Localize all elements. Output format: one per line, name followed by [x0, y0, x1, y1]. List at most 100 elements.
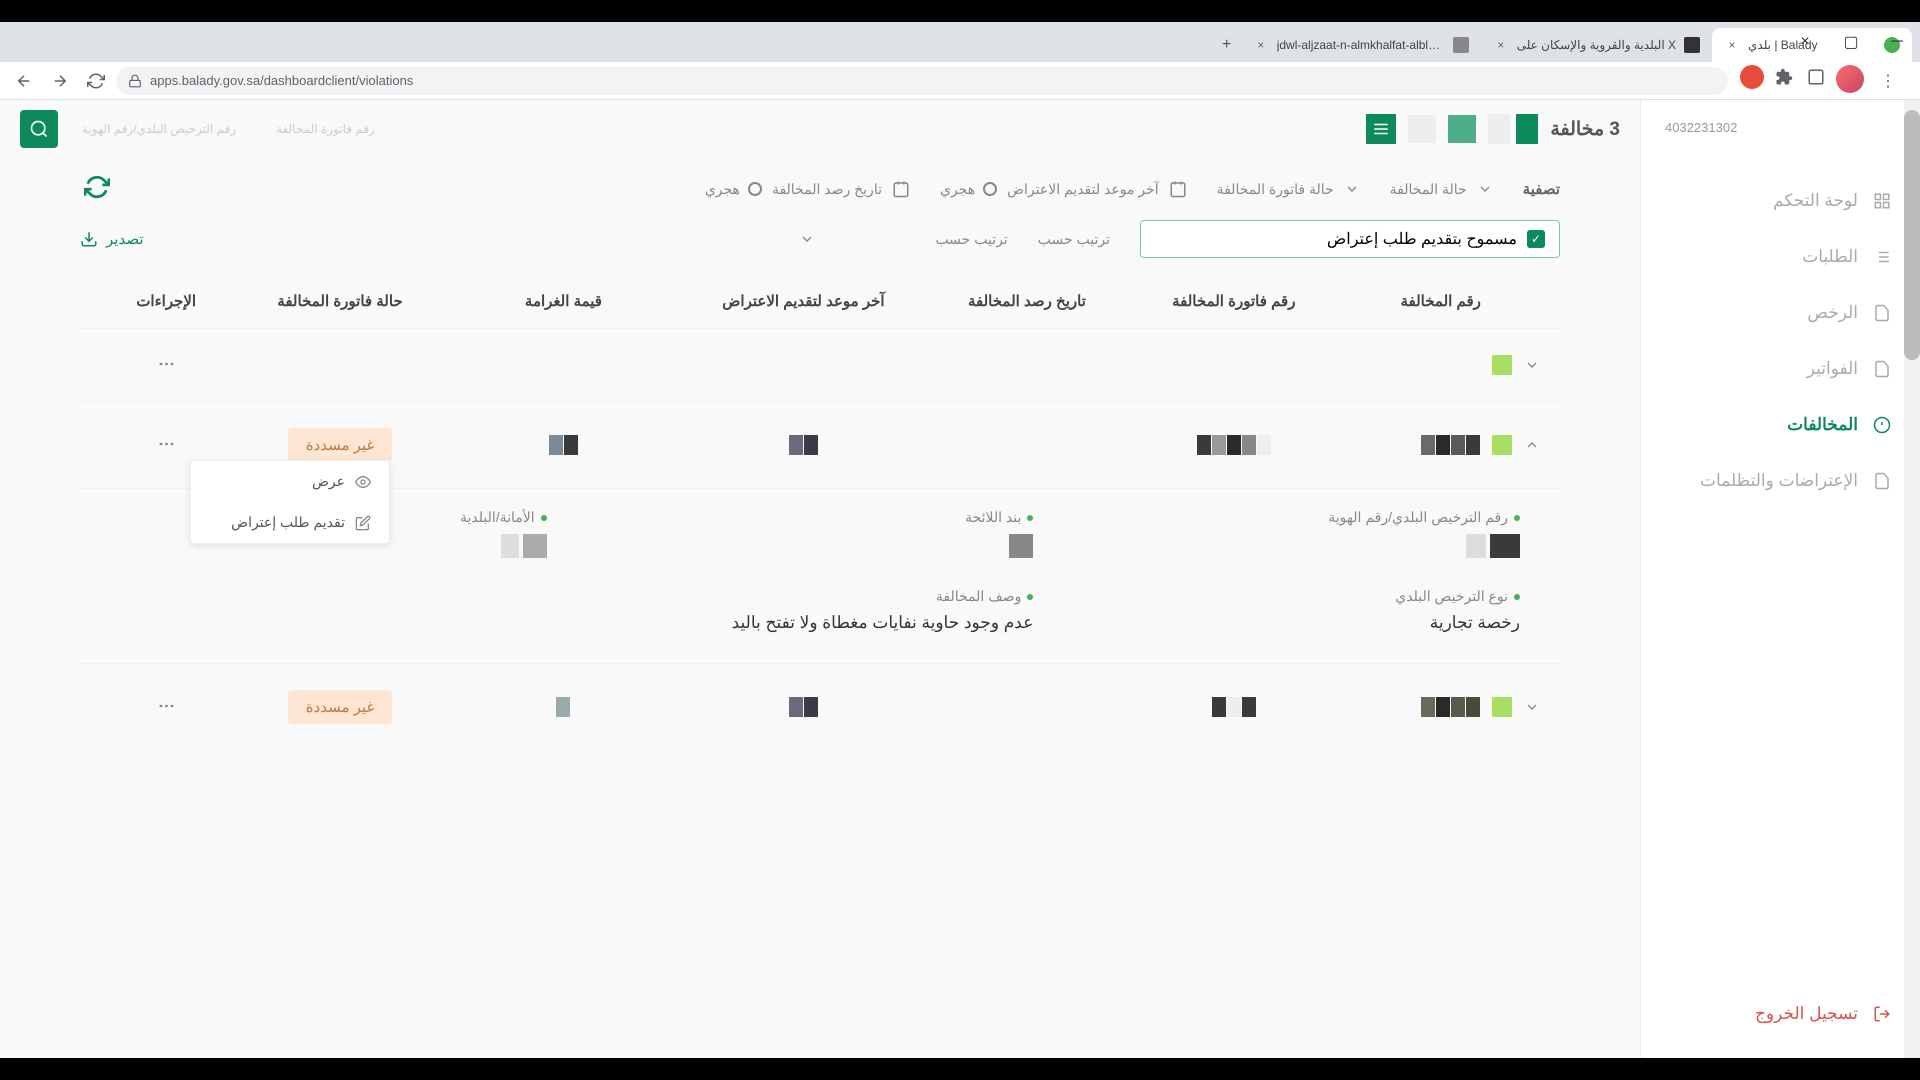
filter-bar: تاريخ رصد المخالفة هجري آخر موعد لتقديم …	[0, 158, 1640, 212]
alert-icon	[1872, 415, 1892, 435]
close-icon[interactable]: ×	[1253, 37, 1269, 53]
sidebar-item-label: المخالفات	[1787, 415, 1858, 435]
menu-item-label: عرض	[312, 473, 345, 490]
reload-button[interactable]	[80, 65, 112, 97]
refresh-button[interactable]	[80, 174, 110, 204]
sidebar-item-licenses[interactable]: الرخص	[1641, 289, 1920, 337]
sidebar-item-label: لوحة التحكم	[1773, 191, 1858, 211]
redacted-value	[607, 534, 1034, 558]
filter-label: حالة فاتورة المخالفة	[1217, 181, 1334, 198]
tab-title: البلدية والقروية والإسكان على X	[1517, 38, 1676, 52]
extensions-button[interactable]	[1772, 65, 1796, 89]
close-icon[interactable]: ×	[1724, 37, 1740, 53]
redacted-value	[789, 697, 818, 717]
close-window-button[interactable]: ×	[1782, 22, 1828, 62]
topbar: رقم فاتورة المخالفة رقم الترخيص البلدي/ر…	[0, 100, 1640, 158]
date-to-filter[interactable]: تاريخ رصد المخالفة هجري	[705, 180, 910, 198]
user-id: 4032231302	[1665, 120, 1896, 135]
browser-tab[interactable]: jdwl-aljzaat-n-almkhalfat-albldya ×	[1241, 28, 1481, 62]
sort-bar: ✓ مسموح بتقديم طلب إعتراض ترتيب حسب ترتي…	[0, 212, 1640, 274]
search-button[interactable]	[20, 110, 58, 148]
radio-icon[interactable]	[748, 182, 762, 196]
col-header: قيمة الغرامة	[448, 292, 680, 310]
header-input[interactable]: رقم فاتورة المخالفة	[276, 122, 375, 136]
date-from-filter[interactable]: آخر موعد لتقديم الاعتراض هجري	[940, 180, 1187, 198]
view-toggle-alt[interactable]	[1408, 115, 1436, 143]
new-tab-button[interactable]: +	[1213, 31, 1241, 59]
filter-label: آخر موعد لتقديم الاعتراض	[1007, 181, 1159, 198]
back-button[interactable]	[8, 65, 40, 97]
url-input[interactable]: apps.balady.gov.sa/dashboardclient/viola…	[116, 67, 1728, 95]
col-header: الإجراءات	[100, 292, 232, 310]
sidebar-item-violations[interactable]: المخالفات	[1641, 401, 1920, 449]
table-row: ⋮	[80, 328, 1560, 401]
scroll-thumb[interactable]	[1904, 110, 1920, 360]
expand-button[interactable]	[1524, 357, 1540, 373]
chevron-down-icon	[799, 231, 815, 247]
header-input[interactable]: رقم الترخيص البلدي/رقم الهوية	[82, 122, 236, 136]
detail-value: رخصة تجارية	[1093, 613, 1520, 633]
export-button[interactable]: تصدير	[80, 230, 144, 248]
invoice-icon	[1872, 359, 1892, 379]
hijri-label: هجري	[705, 181, 740, 198]
extension-icon[interactable]	[1740, 65, 1764, 89]
menu-item-label: تقديم طلب إعتراض	[231, 514, 345, 531]
calendar-icon	[1169, 180, 1187, 198]
menu-item-objection[interactable]: تقديم طلب إعتراض	[191, 502, 389, 543]
expand-button[interactable]	[1524, 699, 1540, 715]
main-content: رقم فاتورة المخالفة رقم الترخيص البلدي/ر…	[0, 100, 1640, 1058]
maximize-button[interactable]: ▢	[1828, 22, 1874, 62]
row-menu-button[interactable]: ⋮	[157, 436, 176, 454]
redacted-value	[556, 697, 570, 717]
collapse-button[interactable]	[1524, 437, 1540, 453]
minimize-button[interactable]: ─	[1874, 22, 1920, 62]
radio-icon[interactable]	[983, 182, 997, 196]
sidebar-item-label: الإعتراضات والتظلمات	[1700, 471, 1858, 491]
sort-select[interactable]: ترتيب حسب	[799, 231, 1007, 248]
logout-button[interactable]: تسجيل الخروج	[1641, 990, 1920, 1038]
sort-label: ترتيب حسب	[1038, 231, 1110, 248]
scrollbar[interactable]	[1904, 100, 1920, 1058]
row-menu-button[interactable]: ⋮	[157, 356, 176, 374]
violation-count: 3 مخالفة	[1550, 118, 1620, 141]
col-header: حالة فاتورة المخالفة	[232, 292, 447, 310]
sidebar-item-dashboard[interactable]: لوحة التحكم	[1641, 177, 1920, 225]
filter-label: تاريخ رصد المخالفة	[772, 181, 882, 198]
calendar-icon	[892, 180, 910, 198]
favicon-icon	[1453, 37, 1469, 53]
document-icon	[1872, 471, 1892, 491]
browser-tab[interactable]: البلدية والقروية والإسكان على X ×	[1481, 28, 1712, 62]
sidebar-item-label: الفواتير	[1807, 359, 1858, 379]
sidebar-item-requests[interactable]: الطلبات	[1641, 233, 1920, 281]
favicon-icon	[1684, 37, 1700, 53]
invoice-status-filter[interactable]: حالة فاتورة المخالفة	[1217, 181, 1360, 198]
close-icon[interactable]: ×	[1493, 37, 1509, 53]
chevron-down-icon	[1477, 181, 1493, 197]
allow-objection-checkbox[interactable]: ✓ مسموح بتقديم طلب إعتراض	[1140, 220, 1560, 258]
status-badge: غير مسددة	[288, 428, 393, 462]
sidebar-item-objections[interactable]: الإعتراضات والتظلمات	[1641, 457, 1920, 505]
sidebar-item-invoices[interactable]: الفواتير	[1641, 345, 1920, 393]
detail-label: بند اللائحة	[965, 509, 1021, 526]
col-header: تاريخ رصد المخالفة	[928, 292, 1127, 310]
table-header-row: رقم المخالفة رقم فاتورة المخالفة تاريخ ر…	[80, 274, 1560, 328]
menu-toggle-button[interactable]	[1366, 114, 1396, 144]
status-filter[interactable]: حالة المخالفة	[1390, 181, 1493, 198]
status-indicator-icon	[1492, 697, 1512, 717]
view-toggle[interactable]	[1488, 114, 1538, 144]
detail-label: رقم الترخيص البلدي/رقم الهوية	[1328, 509, 1508, 526]
table-row: غير مسددة ⋮ عرض تقديم طلب إعتراض	[80, 401, 1560, 488]
row-menu-button[interactable]: ⋮	[157, 698, 176, 716]
list-icon	[1872, 247, 1892, 267]
redacted-value	[1093, 534, 1520, 558]
menu-item-view[interactable]: عرض	[191, 461, 389, 502]
extension-icon[interactable]	[1804, 65, 1828, 89]
redacted-value	[1421, 435, 1480, 455]
forward-button[interactable]	[44, 65, 76, 97]
table-row: غير مسددة ⋮	[80, 663, 1560, 750]
edit-icon	[355, 515, 371, 531]
view-toggle-alt[interactable]	[1448, 115, 1476, 143]
profile-avatar[interactable]	[1836, 65, 1864, 93]
redacted-value	[789, 435, 818, 455]
browser-menu-button[interactable]: ⋮	[1872, 65, 1904, 97]
